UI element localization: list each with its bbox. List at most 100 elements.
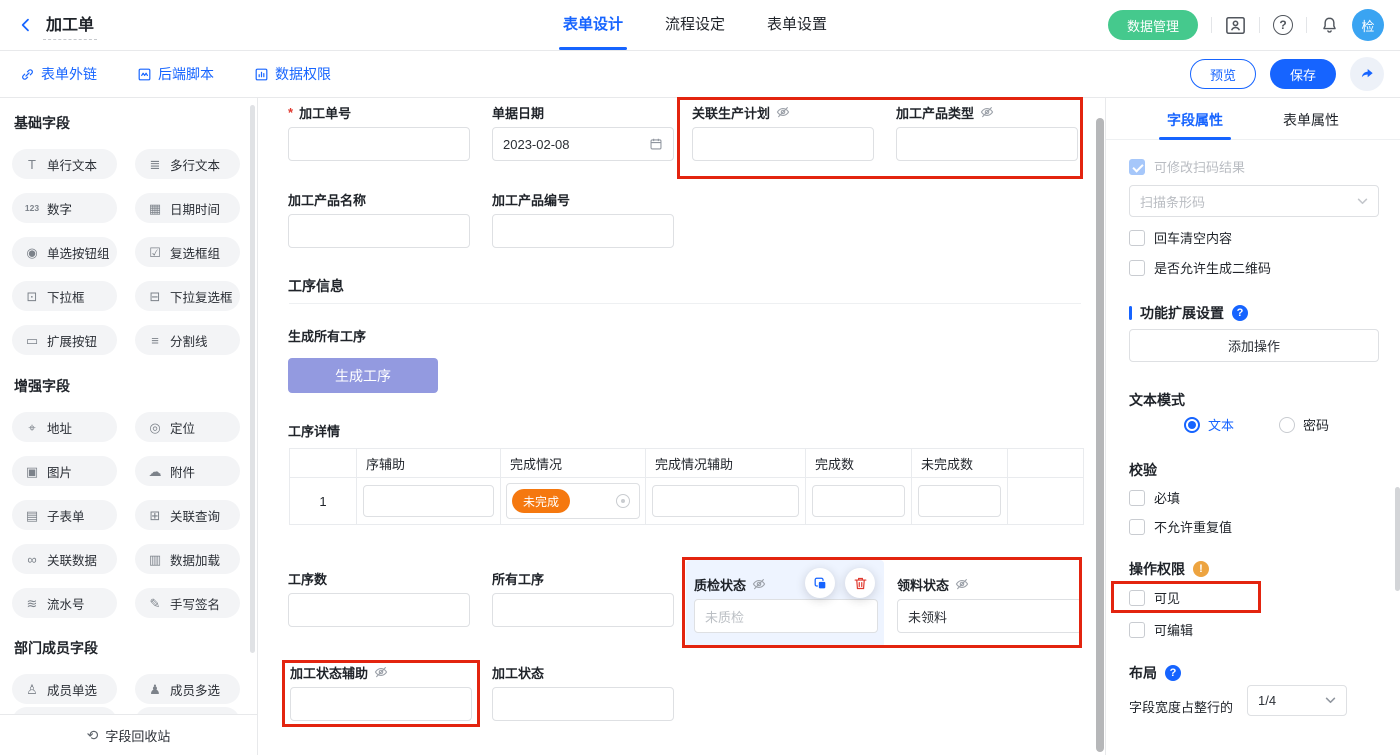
- tab-form-design[interactable]: 表单设计: [563, 0, 623, 50]
- backend-script-button[interactable]: 后端脚本: [137, 64, 214, 84]
- prod-plan-input[interactable]: [692, 127, 874, 161]
- field-product-no[interactable]: 加工产品编号: [492, 191, 674, 248]
- help-icon[interactable]: ?: [1273, 15, 1293, 35]
- field-item-serial-number[interactable]: ≋流水号: [12, 588, 117, 618]
- save-button[interactable]: 保存: [1270, 59, 1336, 89]
- completion-aux-input[interactable]: [652, 485, 799, 517]
- field-doc-date[interactable]: 单据日期 2023-02-08: [492, 104, 674, 161]
- generate-process-button[interactable]: 生成工序: [288, 358, 438, 393]
- field-order-no[interactable]: *加工单号: [288, 104, 470, 161]
- process-aux-input[interactable]: [290, 687, 472, 721]
- number-icon: 123: [24, 204, 40, 213]
- field-item-extend-button[interactable]: ▭扩展按钮: [12, 325, 117, 355]
- field-item-multi-select[interactable]: ⊟下拉复选框: [135, 281, 240, 311]
- required-checkbox[interactable]: 必填: [1129, 488, 1180, 507]
- completion-select[interactable]: 未完成: [506, 483, 640, 519]
- field-item-location[interactable]: ◎定位: [135, 412, 240, 442]
- tab-flow-setting[interactable]: 流程设定: [665, 0, 725, 50]
- panel-scrollbar[interactable]: [1395, 487, 1400, 591]
- process-status-input[interactable]: [492, 687, 674, 721]
- qc-status-input[interactable]: 未质检: [694, 599, 878, 633]
- field-item-radio-group[interactable]: ◉单选按钮组: [12, 237, 117, 267]
- field-item-linked-data[interactable]: ∞关联数据: [12, 544, 117, 574]
- external-link-button[interactable]: 表单外链: [20, 64, 97, 84]
- field-process-status[interactable]: 加工状态: [492, 664, 674, 721]
- eye-off-icon: [955, 577, 969, 591]
- preview-button[interactable]: 预览: [1190, 59, 1256, 89]
- scan-mode-select[interactable]: 扫描条形码: [1129, 185, 1379, 217]
- product-name-input[interactable]: [288, 214, 470, 248]
- scan-editable-checkbox[interactable]: 可修改扫码结果: [1129, 157, 1245, 176]
- field-item-label: 下拉复选框: [170, 287, 233, 306]
- field-label: 加工产品编号: [492, 190, 570, 209]
- back-icon[interactable]: [18, 17, 34, 33]
- allow-qrcode-checkbox[interactable]: 是否允许生成二维码: [1129, 258, 1271, 277]
- main-tabs: 表单设计 流程设定 表单设置: [563, 0, 827, 50]
- undone-count-input[interactable]: [918, 485, 1001, 517]
- copy-field-button[interactable]: [805, 568, 835, 598]
- tab-form-properties[interactable]: 表单属性: [1283, 105, 1339, 139]
- bell-icon[interactable]: [1320, 15, 1339, 35]
- field-recycle-bin[interactable]: ⟲ 字段回收站: [0, 714, 257, 755]
- done-count-input[interactable]: [812, 485, 905, 517]
- contacts-icon[interactable]: [1225, 16, 1246, 35]
- process-count-input[interactable]: [288, 593, 470, 627]
- no-duplicate-checkbox[interactable]: 不允许重复值: [1129, 517, 1232, 536]
- warning-circle-icon[interactable]: !: [1193, 561, 1209, 577]
- product-type-input[interactable]: [896, 127, 1078, 161]
- field-item-linked-query[interactable]: ⊞关联查询: [135, 500, 240, 530]
- field-item-datetime[interactable]: ▦日期时间: [135, 193, 240, 223]
- field-item-select[interactable]: ⊡下拉框: [12, 281, 117, 311]
- field-item-data-load[interactable]: ▥数据加载: [135, 544, 240, 574]
- material-status-input[interactable]: 未领料: [897, 599, 1082, 633]
- doc-date-input[interactable]: 2023-02-08: [492, 127, 674, 161]
- recycle-icon: ⟲: [87, 727, 99, 744]
- member-multi-icon: ♟: [147, 683, 163, 696]
- add-action-button[interactable]: 添加操作: [1129, 329, 1379, 362]
- tab-field-properties[interactable]: 字段属性: [1167, 105, 1223, 139]
- canvas-scrollbar[interactable]: [1096, 118, 1104, 752]
- field-item-checkbox-group[interactable]: ☑复选框组: [135, 237, 240, 267]
- aux-input[interactable]: [363, 485, 494, 517]
- enter-clear-checkbox[interactable]: 回车清空内容: [1129, 228, 1232, 247]
- product-no-input[interactable]: [492, 214, 674, 248]
- order-no-input[interactable]: [288, 127, 470, 161]
- help-circle-icon[interactable]: ?: [1232, 305, 1248, 321]
- share-button[interactable]: [1350, 57, 1384, 91]
- radio-indicator-icon[interactable]: [616, 494, 630, 508]
- field-material-status[interactable]: 领料状态 未领料: [897, 576, 1082, 633]
- field-prod-plan[interactable]: 关联生产计划: [692, 104, 874, 161]
- location-icon: ◎: [147, 421, 163, 434]
- field-item-divider[interactable]: ≡分割线: [135, 325, 240, 355]
- field-width-select[interactable]: 1/4: [1247, 685, 1347, 716]
- all-process-input[interactable]: [492, 593, 674, 627]
- field-item-subform[interactable]: ▤子表单: [12, 500, 117, 530]
- calendar-icon: [649, 137, 663, 151]
- tab-form-setting[interactable]: 表单设置: [767, 0, 827, 50]
- field-item-address[interactable]: ⌖地址: [12, 412, 117, 442]
- data-permission-button[interactable]: 数据权限: [254, 64, 331, 84]
- field-process-aux[interactable]: 加工状态辅助: [290, 664, 472, 721]
- field-all-process[interactable]: 所有工序: [492, 570, 674, 627]
- field-item-member-single[interactable]: ♙成员单选: [12, 674, 117, 704]
- field-item-multi-line-text[interactable]: ≣多行文本: [135, 149, 240, 179]
- text-mode-radio-password[interactable]: 密码: [1279, 415, 1329, 434]
- text-mode-radio-text[interactable]: 文本: [1184, 415, 1234, 434]
- help-circle-icon[interactable]: ?: [1165, 665, 1181, 681]
- data-manage-button[interactable]: 数据管理: [1108, 10, 1198, 40]
- field-product-name[interactable]: 加工产品名称: [288, 191, 470, 248]
- delete-field-button[interactable]: [845, 568, 875, 598]
- field-item-number[interactable]: 123数字: [12, 193, 117, 223]
- field-item-signature[interactable]: ✎手写签名: [135, 588, 240, 618]
- field-item-member-multi[interactable]: ♟成员多选: [135, 674, 240, 704]
- visible-checkbox[interactable]: 可见: [1129, 588, 1180, 607]
- field-product-type[interactable]: 加工产品类型: [896, 104, 1078, 161]
- field-item-single-line-text[interactable]: T单行文本: [12, 149, 117, 179]
- avatar[interactable]: 检: [1352, 9, 1384, 41]
- editable-checkbox[interactable]: 可编辑: [1129, 620, 1193, 639]
- field-item-image[interactable]: ▣图片: [12, 456, 117, 486]
- field-item-attachment[interactable]: ☁附件: [135, 456, 240, 486]
- field-process-count[interactable]: 工序数: [288, 570, 470, 627]
- page-title[interactable]: 加工单: [43, 10, 97, 40]
- sidebar-scrollbar[interactable]: [250, 105, 255, 653]
